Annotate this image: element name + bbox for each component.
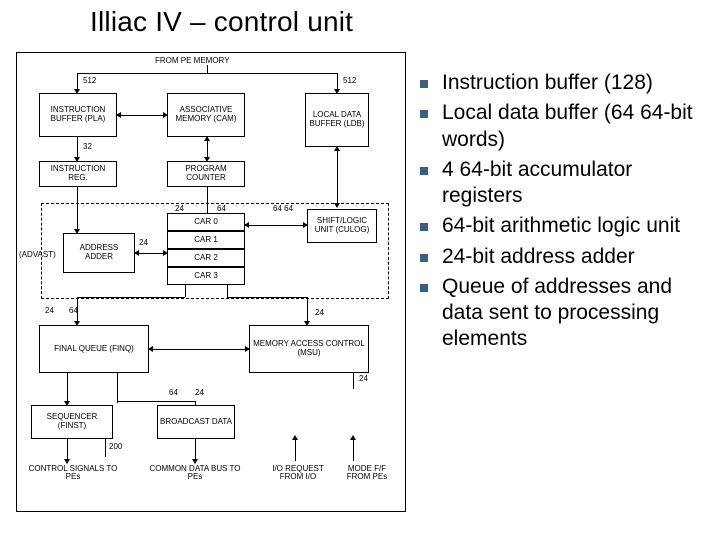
bullet-marker-icon bbox=[420, 80, 428, 88]
final-queue-box: FINAL QUEUE (FINQ) bbox=[39, 325, 149, 373]
bullet-list: Instruction buffer (128) Local data buff… bbox=[420, 70, 708, 357]
bus-width: 64 64 bbox=[273, 205, 293, 213]
bullet-item: 64-bit arithmetic logic unit bbox=[420, 213, 708, 239]
broadcast-data-box: BROADCAST DATA bbox=[157, 405, 235, 439]
bullet-text: 24-bit address adder bbox=[442, 244, 708, 270]
bullet-text: Queue of addresses and data sent to proc… bbox=[442, 274, 708, 353]
instruction-reg-box: INSTRUCTION REG. bbox=[39, 161, 117, 187]
bullet-marker-icon bbox=[420, 284, 428, 292]
bullet-item: 24-bit address adder bbox=[420, 244, 708, 270]
program-counter-box: PROGRAM COUNTER bbox=[167, 161, 245, 187]
mode-ff-label: MODE F/F FROM PEs bbox=[337, 465, 397, 481]
address-adder-box: ADDRESS ADDER bbox=[63, 233, 135, 273]
bus-width: 64 bbox=[217, 205, 226, 213]
slide-title: Illiac IV – control unit bbox=[90, 6, 353, 38]
bullet-marker-icon bbox=[420, 254, 428, 262]
common-data-bus-label: COMMON DATA BUS TO PEs bbox=[145, 465, 245, 481]
car2-box: CAR 2 bbox=[167, 249, 245, 267]
bullet-text: Local data buffer (64 64-bit words) bbox=[442, 100, 708, 153]
bus-width: 64 bbox=[69, 307, 78, 315]
bullet-item: Local data buffer (64 64-bit words) bbox=[420, 100, 708, 153]
bus-width: 32 bbox=[83, 143, 92, 151]
bus-width: 24 bbox=[45, 307, 54, 315]
advast-label: (ADVAST) bbox=[19, 251, 56, 259]
slide: Illiac IV – control unit Instruction buf… bbox=[0, 0, 720, 540]
block-diagram: FROM PE MEMORY 512 512 INSTRUCTION BUFFE… bbox=[16, 52, 406, 512]
bus-width: 24 bbox=[175, 205, 184, 213]
bus-width: 24 bbox=[315, 309, 324, 317]
bullet-text: Instruction buffer (128) bbox=[442, 70, 708, 96]
car0-box: CAR 0 bbox=[167, 213, 245, 231]
bullet-text: 64-bit arithmetic logic unit bbox=[442, 213, 708, 239]
instruction-buffer-box: INSTRUCTION BUFFER (PLA) bbox=[39, 93, 117, 137]
bullet-item: Instruction buffer (128) bbox=[420, 70, 708, 96]
bus-width: 512 bbox=[83, 77, 96, 85]
bullet-marker-icon bbox=[420, 223, 428, 231]
bullet-item: 4 64-bit accumulator registers bbox=[420, 157, 708, 210]
bullet-marker-icon bbox=[420, 110, 428, 118]
shift-logic-unit-box: SHIFT/LOGIC UNIT (CULOG) bbox=[307, 209, 377, 243]
car1-box: CAR 1 bbox=[167, 231, 245, 249]
from-pe-label: FROM PE MEMORY bbox=[155, 57, 230, 65]
bus-width: 512 bbox=[343, 77, 356, 85]
local-data-buffer-box: LOCAL DATA BUFFER (LDB) bbox=[305, 93, 369, 147]
associative-memory-box: ASSOCIATIVE MEMORY (CAM) bbox=[167, 93, 245, 137]
bullet-text: 4 64-bit accumulator registers bbox=[442, 157, 708, 210]
memory-access-control-box: MEMORY ACCESS CONTROL (MSU) bbox=[249, 325, 369, 373]
bus-width: 64 bbox=[169, 389, 178, 397]
bus-width: 24 bbox=[359, 375, 368, 383]
sequencer-box: SEQUENCER (FINST) bbox=[31, 405, 113, 439]
bus-width: 24 bbox=[195, 389, 204, 397]
bullet-marker-icon bbox=[420, 167, 428, 175]
control-signals-label: CONTROL SIGNALS TO PEs bbox=[27, 465, 119, 481]
bus-width: 24 bbox=[139, 239, 148, 247]
bus-width: 200 bbox=[109, 443, 122, 451]
io-request-label: I/O REQUEST FROM I/O bbox=[263, 465, 333, 481]
bullet-item: Queue of addresses and data sent to proc… bbox=[420, 274, 708, 353]
car3-box: CAR 3 bbox=[167, 267, 245, 285]
